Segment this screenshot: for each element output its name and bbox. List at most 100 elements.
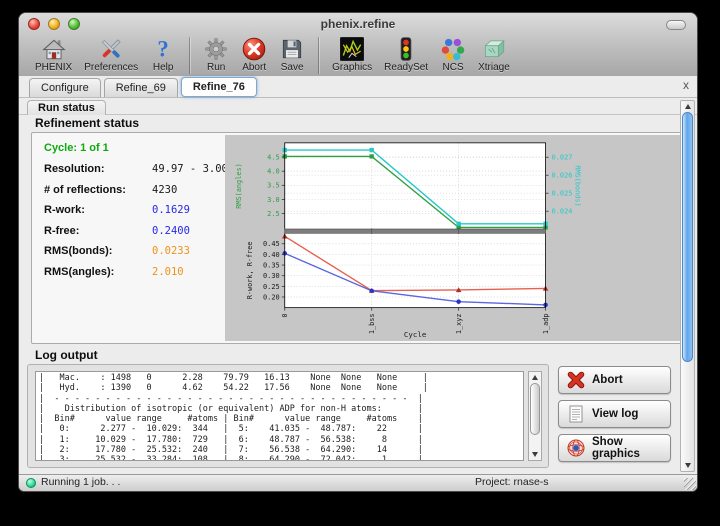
toolbar-graphics-button[interactable]: Graphics [326,36,378,73]
sub-tab-bar: Run status [19,98,697,115]
window-chrome: phenix.refine PHENIX [19,13,697,77]
refinement-progress-figure: 2.53.03.54.04.50.0240.0250.0260.0270.200… [225,135,680,341]
toolbar: PHENIX Preferences [19,35,697,77]
view-log-button[interactable]: View log [558,400,671,428]
close-window-button[interactable] [28,18,40,30]
stat-row-rwork: R-work:0.1629 [44,204,224,216]
toolbar-xtriage-button[interactable]: Xtriage [472,36,516,73]
toolbar-preferences-button[interactable]: Preferences [78,36,144,73]
cycle-label: Cycle: 1 of 1 [44,142,224,154]
main-scrollbar[interactable] [680,100,695,472]
tab-close-icon[interactable]: x [683,79,689,91]
scroll-down-icon[interactable] [532,452,538,457]
toolbar-preferences-label: Preferences [84,62,138,73]
svg-text:Cycle: Cycle [404,330,427,339]
status-bar: Running 1 job. . . Project: rnase-s [19,474,697,491]
svg-text:0.45: 0.45 [263,240,280,248]
running-indicator-icon [26,478,36,488]
log-output-box: | Mac. : 1498 0 2.28 79.79 16.13 None No… [27,364,549,468]
toolbar-run-label: Run [207,62,225,73]
abort-button[interactable]: Abort [558,366,671,394]
stat-row-rfree: R-free:0.2400 [44,225,224,237]
stat-row-rms-bonds: RMS(bonds):0.0233 [44,245,224,257]
molecule-sphere-icon [566,438,586,458]
titlebar[interactable]: phenix.refine [19,13,697,35]
svg-text:0.025: 0.025 [552,190,573,198]
window-title: phenix.refine [19,13,697,35]
toolbar-abort-button[interactable]: Abort [235,36,273,73]
red-x-icon [566,370,586,390]
toolbar-ncs-label: NCS [443,62,464,73]
toolbar-readyset-button[interactable]: ReadySet [378,36,434,73]
main-content: Configure Refine_69 Refine_76 x Run stat… [19,76,697,474]
log-scrollbar-thumb[interactable] [530,383,540,435]
toolbar-phenix-button[interactable]: PHENIX [29,36,78,73]
status-project-text: Project: rnase-s [475,476,549,488]
log-scrollbar[interactable] [528,371,542,461]
svg-text:0.024: 0.024 [552,208,573,216]
svg-text:0.25: 0.25 [263,283,280,291]
svg-text:RMS(angles): RMS(angles) [235,163,243,208]
svg-text:1_bss: 1_bss [368,314,376,335]
svg-text:1_adp: 1_adp [542,314,550,335]
toolbar-run-button[interactable]: Run [197,36,235,73]
electron-density-icon [339,36,365,62]
document-icon [566,404,586,424]
question-mark-icon: ? [150,36,176,62]
colored-spheres-icon [440,36,466,62]
svg-text:RMS(bonds): RMS(bonds) [573,165,581,206]
svg-text:0.30: 0.30 [263,272,280,280]
floppy-disk-icon [279,36,305,62]
refinement-status-heading: Refinement status [35,116,139,130]
log-text: | Mac. : 1498 0 2.28 79.79 16.13 None No… [36,372,523,461]
scroll-up-icon[interactable] [685,104,691,109]
tab-configure[interactable]: Configure [29,78,101,97]
abort-circle-icon [241,36,267,62]
stat-row-rms-angles: RMS(angles):2.010 [44,266,224,278]
svg-text:3.0: 3.0 [267,196,280,204]
main-scrollbar-thumb[interactable] [682,112,693,362]
svg-text:0.027: 0.027 [552,154,573,162]
toolbar-save-button[interactable]: Save [273,36,311,73]
toolbar-graphics-label: Graphics [332,62,372,73]
tab-refine-69[interactable]: Refine_69 [104,78,178,97]
tab-refine-76[interactable]: Refine_76 [181,77,257,97]
refinement-chart: 2.53.03.54.04.50.0240.0250.0260.0270.200… [225,135,680,341]
svg-text:0.026: 0.026 [552,172,573,180]
resize-grip[interactable] [684,478,696,490]
toolbar-ncs-button[interactable]: NCS [434,36,472,73]
toolbar-phenix-label: PHENIX [35,62,72,73]
toolbar-readyset-label: ReadySet [384,62,428,73]
show-graphics-button-label: Show graphics [592,436,663,460]
toolbar-help-button[interactable]: ? Help [144,36,182,73]
house-icon [41,36,67,62]
svg-text:2.5: 2.5 [267,210,280,218]
toolbar-xtriage-label: Xtriage [478,62,510,73]
svg-text:4.5: 4.5 [267,153,280,161]
zoom-window-button[interactable] [68,18,80,30]
svg-text:?: ? [157,37,168,62]
toolbar-toggle-pill-button[interactable] [666,20,686,30]
scroll-up-icon[interactable] [532,375,538,380]
view-log-button-label: View log [592,408,638,420]
stat-row-resolution: Resolution:49.97 - 3.00 [44,163,224,175]
abort-button-label: Abort [592,374,623,386]
svg-text:0.40: 0.40 [263,251,280,259]
toolbar-separator [318,37,319,74]
log-output-heading: Log output [35,348,98,362]
tab-bar: Configure Refine_69 Refine_76 x [19,76,697,98]
tools-icon [98,36,124,62]
svg-text:0.20: 0.20 [263,293,280,301]
tab-run-status[interactable]: Run status [27,100,106,115]
svg-text:4.0: 4.0 [267,168,280,176]
svg-text:0.35: 0.35 [263,262,280,270]
stat-row-reflections: # of reflections:4230 [44,184,224,196]
svg-text:R-work, R-free: R-work, R-free [246,241,254,299]
scroll-down-icon[interactable] [685,463,691,468]
refinement-stats: Cycle: 1 of 1 Resolution:49.97 - 3.00 # … [44,142,224,286]
svg-text:1_xyz: 1_xyz [455,314,463,335]
show-graphics-button[interactable]: Show graphics [558,434,671,462]
log-output-textarea[interactable]: | Mac. : 1498 0 2.28 79.79 16.13 None No… [35,371,524,461]
status-running-text: Running 1 job. . . [41,476,120,488]
minimize-window-button[interactable] [48,18,60,30]
